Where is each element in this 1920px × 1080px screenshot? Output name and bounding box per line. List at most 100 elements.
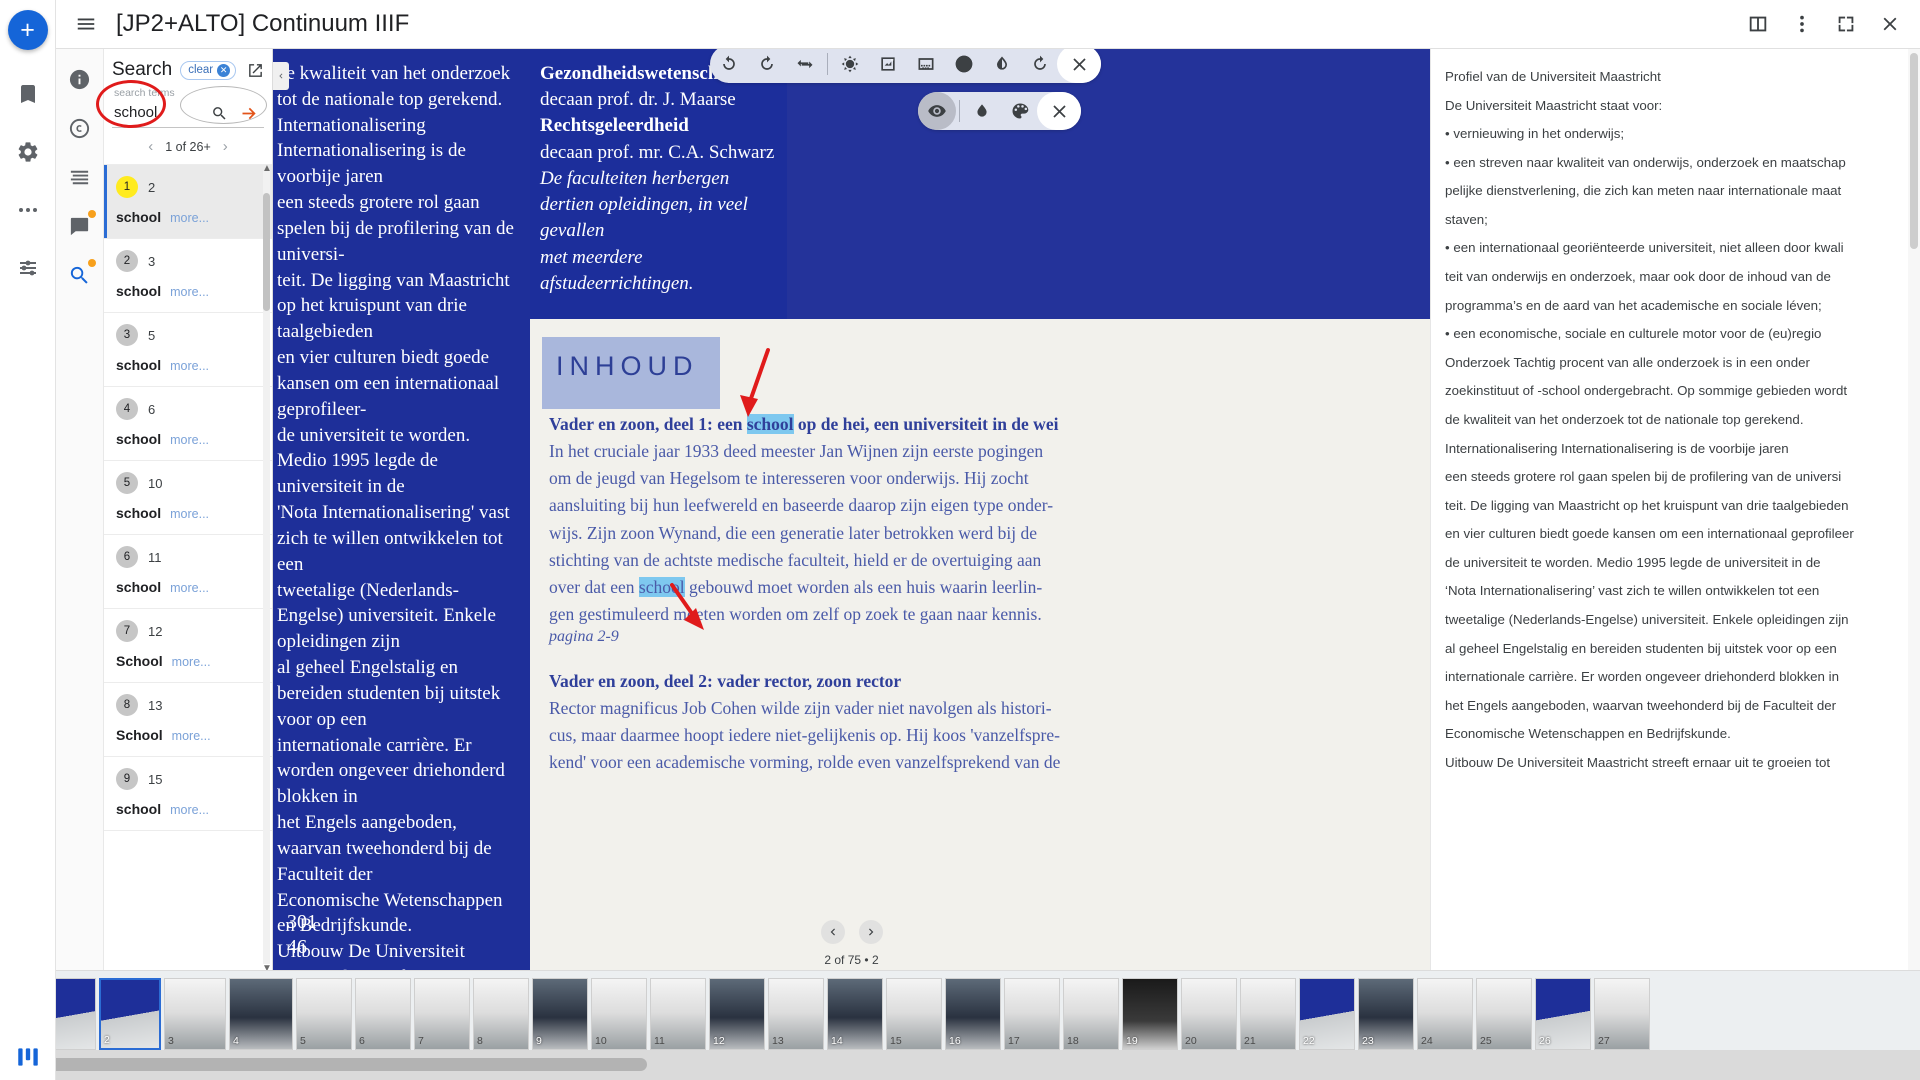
thumbnail-item[interactable]: 19 — [1122, 978, 1178, 1050]
thumbnail-item[interactable]: 9 — [532, 978, 588, 1050]
result-more-link[interactable]: more... — [170, 803, 209, 817]
more-horizontal-icon[interactable] — [6, 188, 50, 232]
table-of-contents-icon[interactable] — [60, 157, 100, 197]
search-result-item[interactable]: 8 13 School more... — [104, 683, 272, 757]
result-more-link[interactable]: more... — [170, 581, 209, 595]
search-go-button[interactable] — [234, 99, 264, 127]
search-result-item[interactable]: 1 2 school more... — [104, 165, 272, 239]
contrast-adjust-icon[interactable] — [869, 45, 907, 83]
add-button[interactable]: + — [7, 10, 48, 50]
thumbnail-item[interactable]: 14 — [827, 978, 883, 1050]
water-drop-icon[interactable] — [963, 92, 1001, 130]
result-more-link[interactable]: more... — [170, 359, 209, 373]
thumbnail-item[interactable]: 27 — [1594, 978, 1650, 1050]
search-result-item[interactable]: 4 6 school more... — [104, 387, 272, 461]
hamburger-icon[interactable] — [66, 4, 106, 44]
thumbnail-strip[interactable]: 2 3 4 5 6 7 8 9 10 11 12 13 14 15 16 17 18 19 20 21 22 23 24 25… — [0, 970, 1920, 1050]
clear-search-chip[interactable]: clear ✕ — [180, 60, 237, 80]
thumbnail-scroll-thumb[interactable] — [34, 1058, 647, 1071]
annotations-icon[interactable] — [60, 206, 100, 246]
document-viewer[interactable]: de kwaliteit van het onderzoek tot de na… — [273, 49, 1430, 970]
open-in-new-icon[interactable] — [247, 62, 264, 79]
thumbnail-item[interactable]: 24 — [1417, 978, 1473, 1050]
flip-horizontal-icon[interactable] — [786, 45, 824, 83]
thumbnail-item[interactable]: 4 — [229, 978, 293, 1050]
viewer-prev-page-button[interactable] — [820, 920, 845, 944]
thumbnail-item[interactable]: 10 — [591, 978, 647, 1050]
thumbnail-item[interactable]: 25 — [1476, 978, 1532, 1050]
thumbnail-page-number: 4 — [233, 1035, 239, 1047]
thumbnail-item[interactable]: 3 — [164, 978, 226, 1050]
rotate-left-icon[interactable] — [748, 45, 786, 83]
settings-icon[interactable] — [6, 130, 50, 174]
pager-next-button[interactable]: › — [223, 138, 228, 155]
chevron-up-icon[interactable]: ▲ — [262, 165, 272, 174]
thumbnail-item[interactable]: 11 — [650, 978, 706, 1050]
bookmark-icon[interactable] — [6, 72, 50, 116]
search-result-item[interactable]: 9 15 school more... — [104, 757, 272, 831]
info-icon[interactable] — [60, 59, 100, 99]
copyright-icon[interactable] — [60, 108, 100, 148]
thumbnail-item[interactable]: 16 — [945, 978, 1001, 1050]
thumbnail-item[interactable]: 6 — [355, 978, 411, 1050]
saturation-drop-icon[interactable] — [983, 45, 1021, 83]
thumbnail-item[interactable]: 22 — [1299, 978, 1355, 1050]
fullscreen-icon[interactable] — [1826, 4, 1866, 44]
color-palette-icon[interactable] — [1001, 92, 1039, 130]
result-more-link[interactable]: more... — [172, 729, 211, 743]
result-more-link[interactable]: more... — [172, 655, 211, 669]
thumbnail-item[interactable]: 7 — [414, 978, 470, 1050]
thumbnail-item[interactable]: 5 — [296, 978, 352, 1050]
result-more-link[interactable]: more... — [170, 433, 209, 447]
brightness-sun-icon[interactable] — [831, 45, 869, 83]
thumbnail-item[interactable]: 20 — [1181, 978, 1237, 1050]
scroll-thumb[interactable] — [263, 193, 270, 311]
ocr-text-panel[interactable]: Profiel van de Universiteit Maastricht De… — [1430, 49, 1920, 970]
adjust-icon[interactable] — [6, 246, 50, 290]
thumbnail-page-number: 12 — [713, 1035, 725, 1047]
thumbnail-scroll-track[interactable] — [34, 1050, 1920, 1080]
reset-icon[interactable] — [1021, 45, 1059, 83]
search-result-item[interactable]: 6 11 school more... — [104, 535, 272, 609]
visibility-eye-icon[interactable] — [918, 92, 956, 130]
thumbnail-item[interactable]: 8 — [473, 978, 529, 1050]
close-circle-icon[interactable]: ✕ — [217, 63, 231, 77]
search-result-item[interactable]: 3 5 school more... — [104, 313, 272, 387]
text-panel-scrollbar[interactable] — [1908, 49, 1920, 970]
window-topbar: [JP2+ALTO] Continuum IIIF — [56, 0, 1920, 49]
close-layer-tools-button[interactable] — [1037, 92, 1081, 130]
search-result-item[interactable]: 7 12 School more... — [104, 609, 272, 683]
split-view-icon[interactable] — [1738, 4, 1778, 44]
thumbnail-item[interactable]: 26 — [1535, 978, 1591, 1050]
sidebar-collapse-button[interactable] — [273, 62, 289, 90]
result-more-link[interactable]: more... — [170, 507, 209, 521]
thumbnail-item[interactable]: 15 — [886, 978, 942, 1050]
result-more-link[interactable]: more... — [170, 285, 209, 299]
search-submit-icon[interactable] — [204, 99, 234, 127]
thumbnail-item[interactable]: 18 — [1063, 978, 1119, 1050]
more-vert-icon[interactable] — [1782, 4, 1822, 44]
sidebar-item-search[interactable] — [60, 255, 100, 295]
grayscale-grid-icon[interactable] — [907, 45, 945, 83]
thumbnail-item[interactable]: 2 — [99, 978, 161, 1050]
rotate-right-icon[interactable] — [710, 45, 748, 83]
pager-prev-button[interactable]: ‹ — [148, 138, 153, 155]
close-icon[interactable] — [1870, 4, 1910, 44]
result-more-link[interactable]: more... — [170, 211, 209, 225]
viewer-next-page-button[interactable] — [858, 920, 883, 944]
search-results-scrollbar[interactable]: ▲ ▼ — [262, 165, 272, 970]
thumbnail-item[interactable]: 21 — [1240, 978, 1296, 1050]
search-result-item[interactable]: 5 10 school more... — [104, 461, 272, 535]
thumbnail-item[interactable]: 12 — [709, 978, 765, 1050]
thumbnail-item[interactable]: 23 — [1358, 978, 1414, 1050]
thumbnail-item[interactable]: 13 — [768, 978, 824, 1050]
thumbnail-item[interactable]: 17 — [1004, 978, 1060, 1050]
thumbnail-page-number: 18 — [1067, 1035, 1079, 1047]
text-panel-scroll-thumb[interactable] — [1910, 53, 1918, 249]
search-input[interactable] — [112, 100, 204, 126]
chevron-down-icon[interactable]: ▼ — [262, 963, 272, 970]
contrast-half-icon[interactable] — [945, 45, 983, 83]
search-result-item[interactable]: 2 3 school more... — [104, 239, 272, 313]
image-tools-toolbar — [710, 45, 1101, 83]
close-image-tools-button[interactable] — [1057, 45, 1101, 83]
